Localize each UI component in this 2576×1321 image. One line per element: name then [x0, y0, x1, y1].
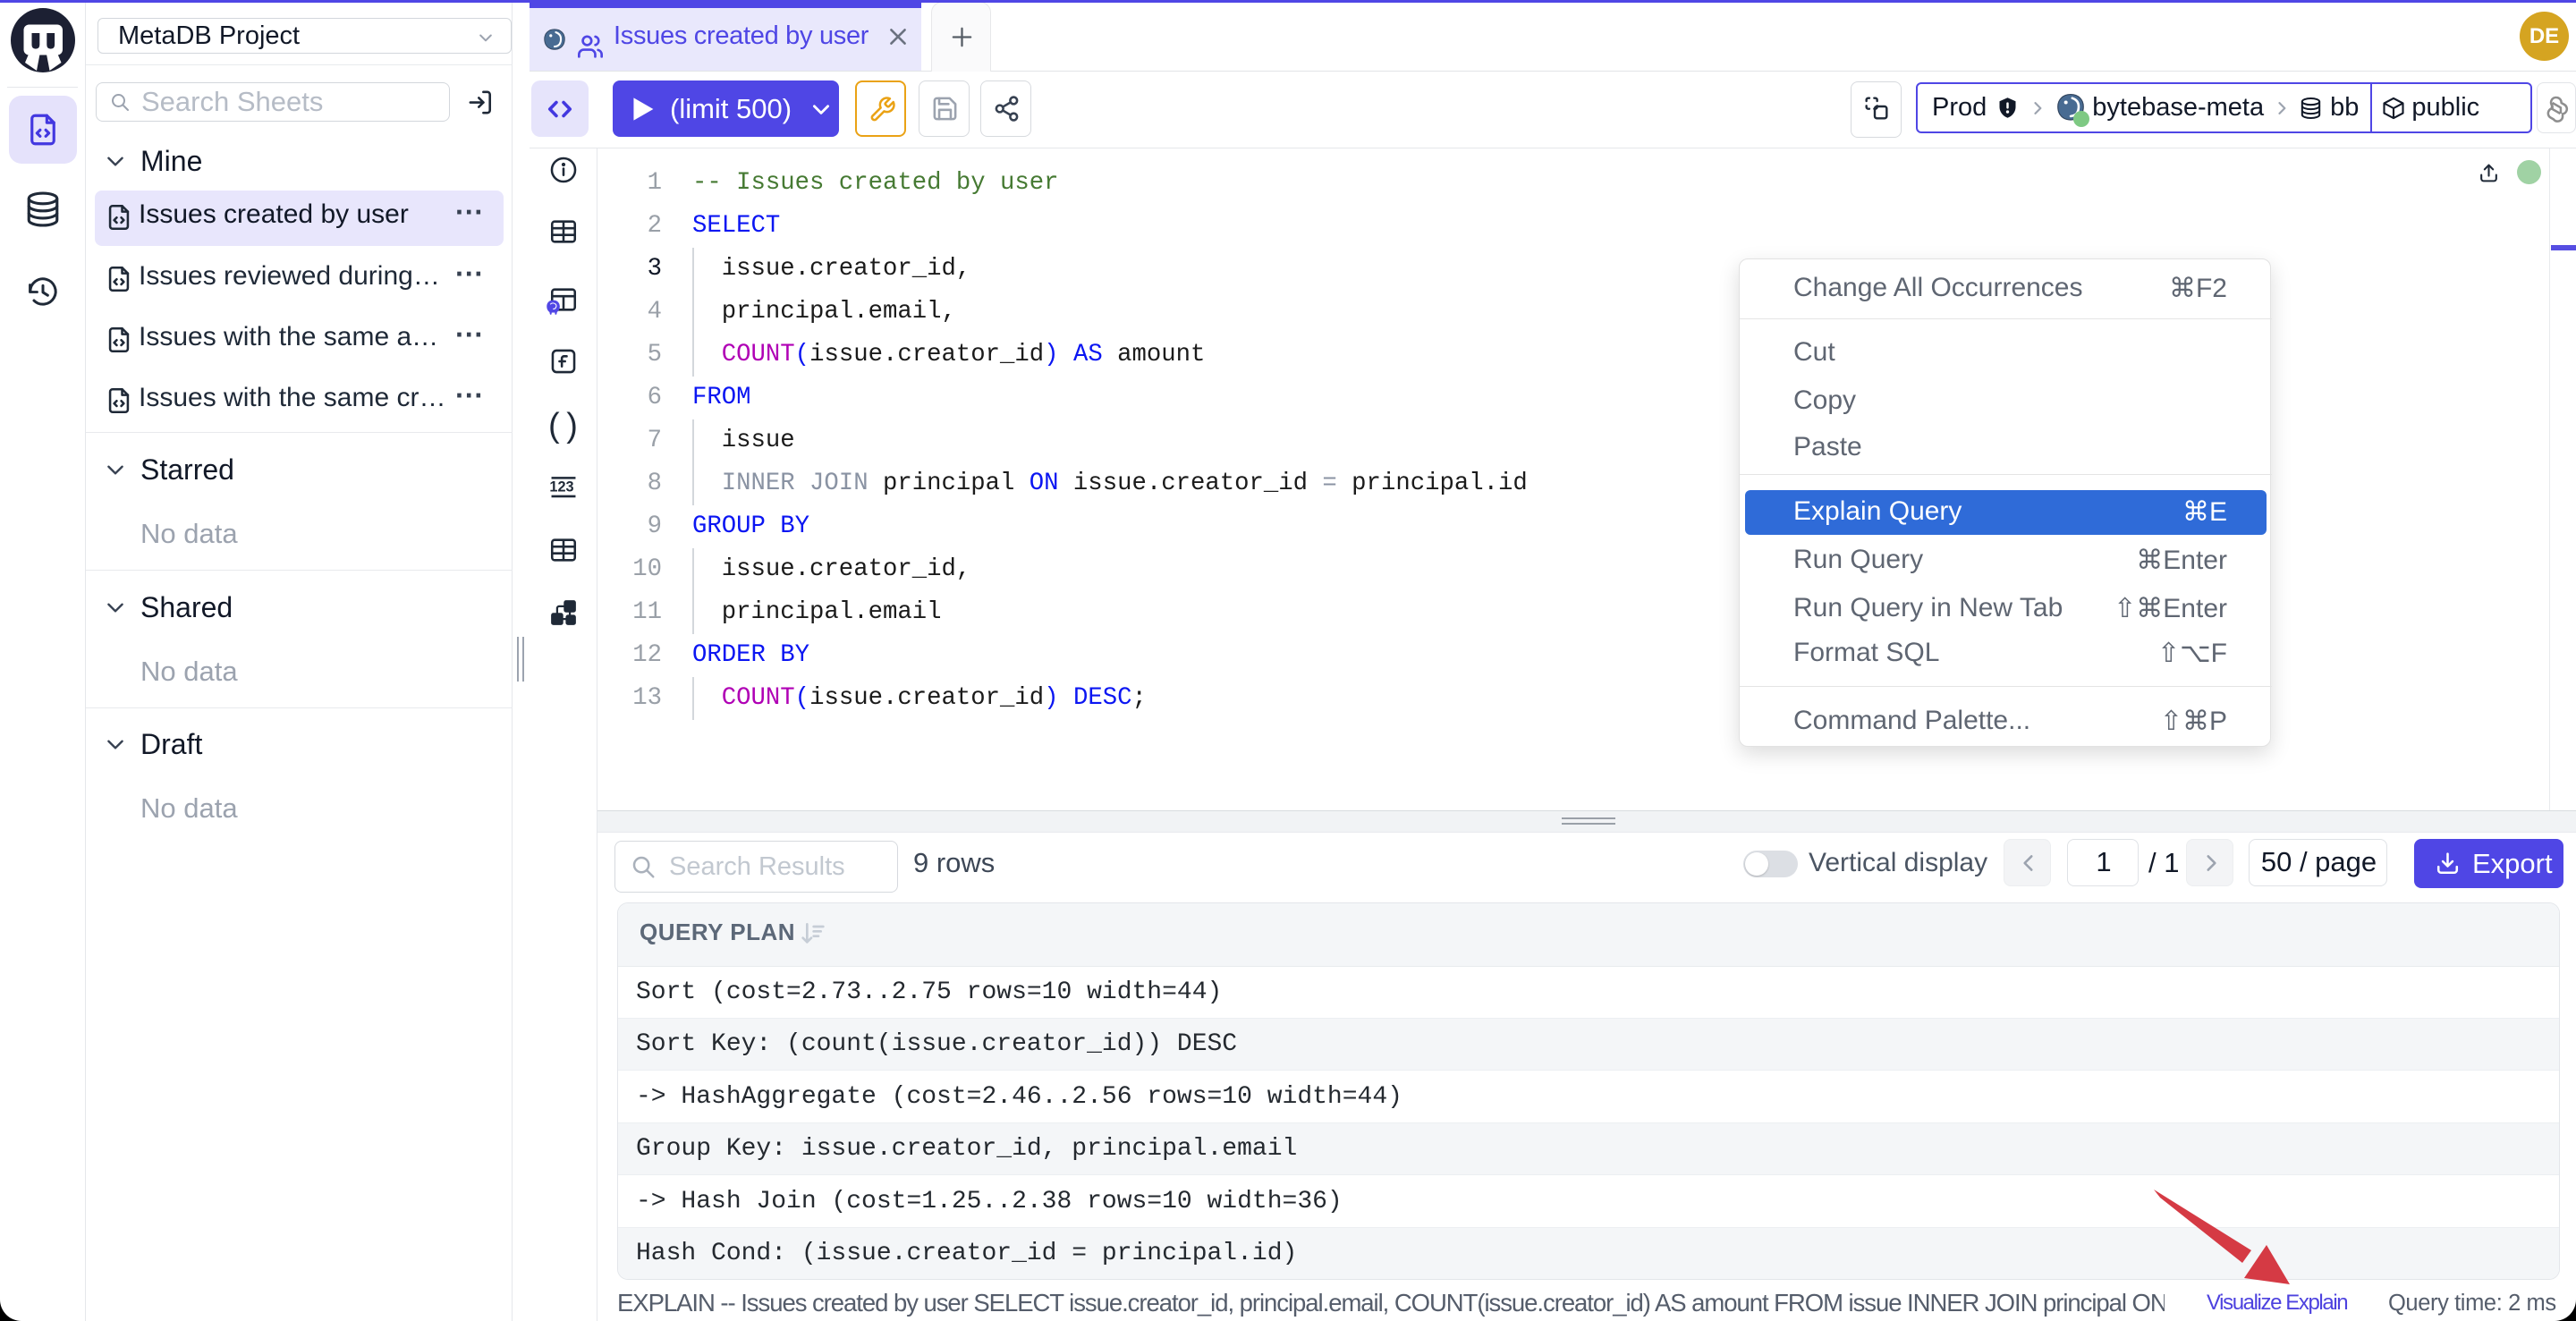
svg-text:123: 123	[549, 478, 573, 495]
